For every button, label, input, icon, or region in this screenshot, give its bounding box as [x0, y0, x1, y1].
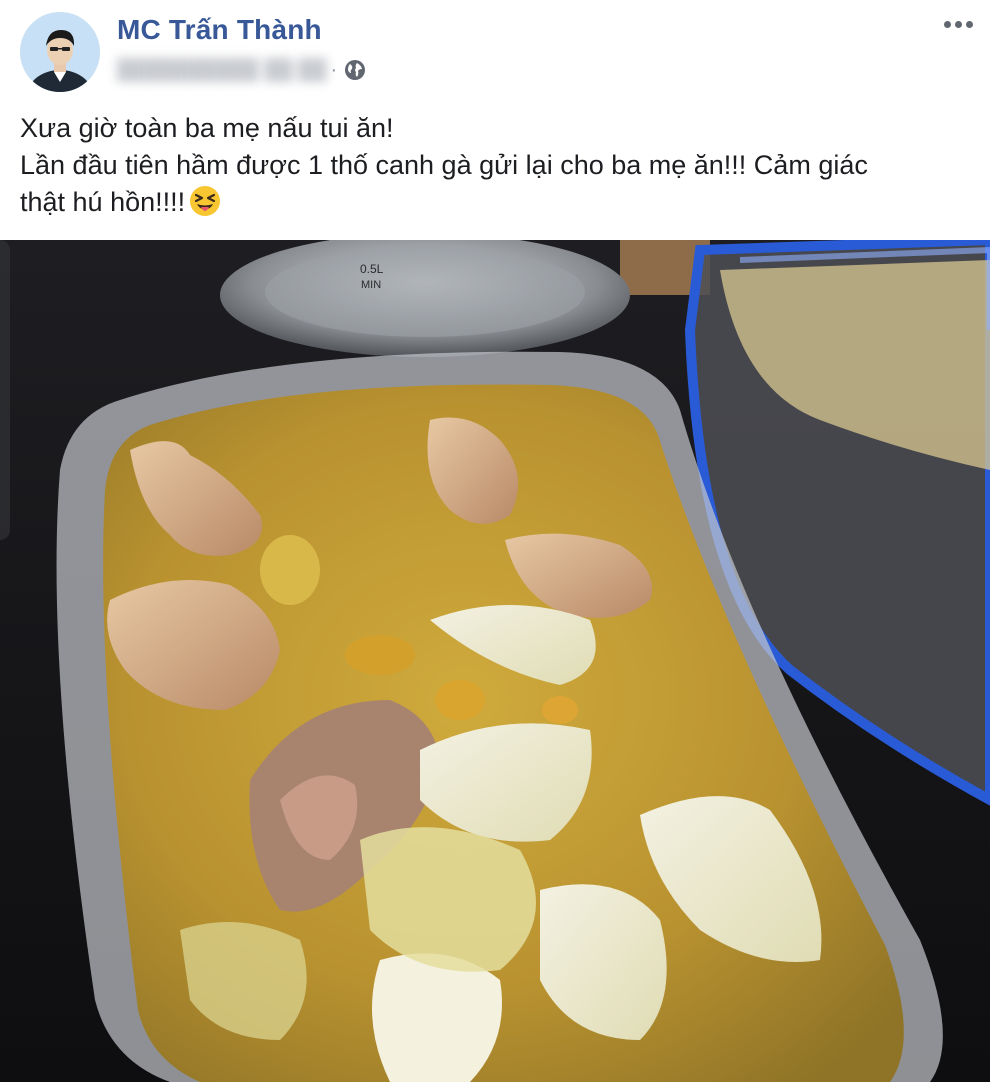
- more-dot: [943, 20, 951, 28]
- more-dot: [965, 20, 973, 28]
- post-text-line-content: thật hú hồn!!!!: [20, 187, 186, 217]
- post-photo[interactable]: 0.5L MIN: [0, 240, 990, 1082]
- pot-min-label: MIN: [361, 279, 381, 291]
- meta-separator: ·: [330, 58, 338, 81]
- pot-capacity-label: 0.5L: [360, 262, 384, 276]
- more-options-icon[interactable]: [938, 12, 978, 36]
- post-text-line: thật hú hồn!!!!: [20, 184, 970, 221]
- more-dot: [954, 20, 962, 28]
- timestamp[interactable]: ██████████ ██:██: [117, 59, 327, 82]
- post-text: Xưa giờ toàn ba mẹ nấu tui ăn! Lần đầu t…: [20, 110, 970, 221]
- post-text-line: Lần đầu tiên hầm được 1 thố canh gà gửi …: [20, 150, 868, 180]
- post-meta: ██████████ ██:██ ·: [117, 56, 367, 84]
- post-text-line: Xưa giờ toàn ba mẹ nấu tui ăn!: [20, 113, 394, 143]
- facebook-post: MC Trấn Thành ██████████ ██:██ · Xưa giờ…: [0, 0, 990, 1082]
- squinting-face-with-tongue-icon: [189, 185, 221, 217]
- avatar[interactable]: [20, 12, 100, 92]
- post-header: MC Trấn Thành ██████████ ██:██ ·: [0, 0, 990, 100]
- globe-icon[interactable]: [343, 58, 367, 82]
- author-name[interactable]: MC Trấn Thành: [117, 14, 322, 46]
